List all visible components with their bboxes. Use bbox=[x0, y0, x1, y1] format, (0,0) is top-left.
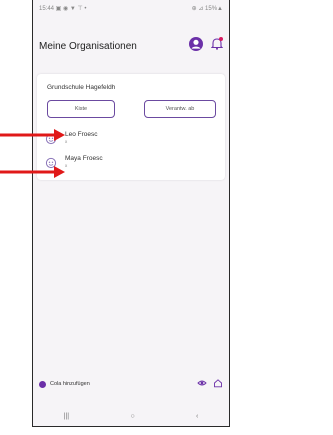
account-icon[interactable] bbox=[189, 36, 203, 56]
member-text: Leo Froesc x bbox=[65, 131, 98, 144]
eye-icon[interactable] bbox=[197, 375, 207, 393]
page-header: Meine Organisationen bbox=[39, 36, 224, 56]
red-arrow-icon bbox=[0, 129, 65, 141]
phone-screen: 15:44 ▣ ◉ ▼ ⊤ • ⊕ ⊿ 15%▲ Meine Organisat… bbox=[32, 0, 230, 427]
member-name: Maya Froesc bbox=[65, 155, 103, 162]
bottom-bar: Cola hinzufügen bbox=[39, 377, 223, 391]
status-bar: 15:44 ▣ ◉ ▼ ⊤ • ⊕ ⊿ 15%▲ bbox=[39, 5, 223, 15]
red-arrow-icon bbox=[0, 166, 65, 178]
add-label: Cola hinzufügen bbox=[50, 381, 90, 387]
back-button[interactable]: ‹ bbox=[196, 413, 198, 420]
org-left-button[interactable]: Kiste bbox=[47, 100, 115, 118]
member-list-item[interactable]: Maya Froesc x bbox=[45, 153, 217, 171]
status-right: ⊕ ⊿ 15%▲ bbox=[191, 6, 223, 12]
add-button[interactable]: Cola hinzufügen bbox=[39, 380, 90, 388]
home-icon[interactable] bbox=[213, 375, 223, 393]
member-name: Leo Froesc bbox=[65, 131, 98, 138]
system-nav-bar: ||| ○ ‹ bbox=[33, 410, 229, 422]
organization-name: Grundschule Hagefeldh bbox=[47, 84, 116, 91]
member-list-item[interactable]: Leo Froesc x bbox=[45, 129, 217, 147]
member-subtitle: x bbox=[65, 162, 68, 168]
add-dot-icon bbox=[39, 380, 46, 388]
home-button[interactable]: ○ bbox=[130, 413, 134, 420]
status-left: 15:44 ▣ ◉ ▼ ⊤ • bbox=[39, 6, 87, 12]
org-right-button[interactable]: Verantw. ab bbox=[144, 100, 216, 118]
notification-bell-icon[interactable] bbox=[210, 37, 224, 55]
page-title: Meine Organisationen bbox=[39, 40, 137, 52]
member-text: Maya Froesc x bbox=[65, 155, 103, 168]
member-subtitle: x bbox=[65, 138, 68, 144]
bottom-icons bbox=[197, 375, 223, 393]
recent-apps-button[interactable]: ||| bbox=[64, 413, 69, 420]
header-icons bbox=[189, 36, 224, 56]
